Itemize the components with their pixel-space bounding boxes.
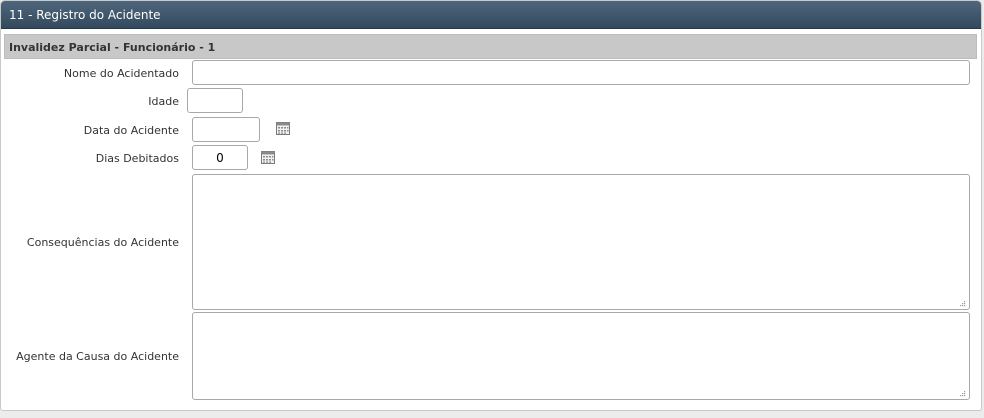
dias-input[interactable] xyxy=(192,145,248,170)
calendar-icon[interactable] xyxy=(261,151,275,164)
nome-input[interactable] xyxy=(192,60,970,85)
consequencias-label: Consequências do Acidente xyxy=(26,236,179,249)
data-input[interactable] xyxy=(192,117,260,142)
nome-label: Nome do Acidentado xyxy=(63,67,179,80)
agente-textarea[interactable] xyxy=(192,312,970,400)
data-label: Data do Acidente xyxy=(83,124,179,137)
resize-grip-icon[interactable] xyxy=(958,299,966,307)
resize-grip-icon[interactable] xyxy=(958,389,966,397)
accident-record-panel: 11 - Registro do Acidente Invalidez Parc… xyxy=(0,0,982,411)
dias-label: Dias Debitados xyxy=(95,152,179,165)
agente-label: Agente da Causa do Acidente xyxy=(16,350,179,363)
calendar-icon[interactable] xyxy=(276,122,290,135)
section-title: 11 - Registro do Acidente xyxy=(9,8,161,22)
consequencias-textarea[interactable] xyxy=(192,174,970,310)
idade-input[interactable] xyxy=(187,88,243,113)
idade-label: Idade xyxy=(148,95,179,108)
section-header: 11 - Registro do Acidente xyxy=(1,1,981,29)
subsection-title: Invalidez Parcial - Funcionário - 1 xyxy=(9,41,216,54)
subsection-header: Invalidez Parcial - Funcionário - 1 xyxy=(4,34,977,59)
